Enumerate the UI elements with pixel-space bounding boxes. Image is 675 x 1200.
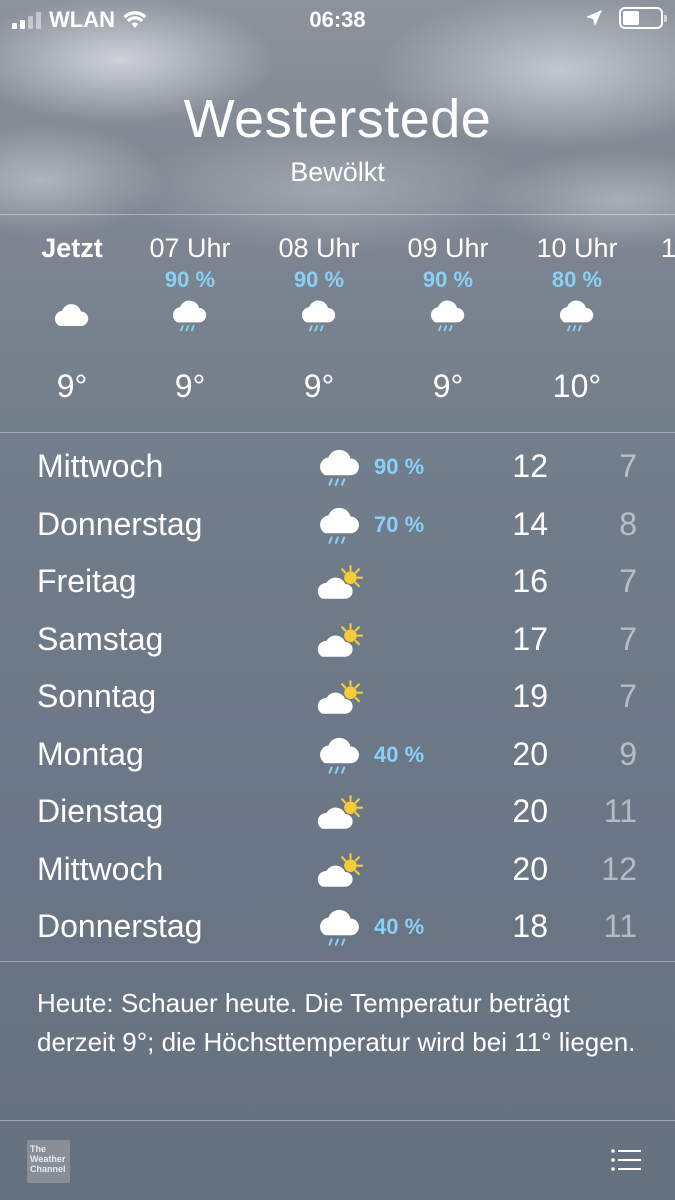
day-high-temp: 18 bbox=[512, 908, 548, 944]
partly-sunny-icon bbox=[316, 851, 366, 893]
status-right bbox=[585, 7, 667, 29]
cloud-icon bbox=[52, 299, 92, 339]
divider-footer bbox=[0, 1120, 675, 1121]
hour-precip: 80 % bbox=[551, 267, 603, 292]
hour-temp: 10° bbox=[552, 368, 602, 404]
day-high-temp: 20 bbox=[512, 793, 548, 829]
rain-cloud-icon bbox=[316, 506, 366, 548]
divider-hourly bbox=[0, 432, 675, 433]
day-low-temp: 11 bbox=[603, 908, 637, 944]
current-condition: Bewölkt bbox=[290, 157, 385, 187]
partly-sunny-icon bbox=[316, 621, 366, 663]
weather-channel-logo[interactable]: The Weather Channel bbox=[27, 1140, 70, 1183]
hour-precip: 90 % bbox=[422, 267, 474, 292]
status-time: 06:38 bbox=[309, 7, 366, 32]
rain-cloud-icon bbox=[316, 736, 366, 778]
partly-sunny-icon bbox=[316, 563, 366, 605]
day-name: Dienstag bbox=[37, 793, 164, 829]
day-name: Samstag bbox=[37, 620, 164, 657]
day-high-temp: 20 bbox=[512, 735, 548, 772]
day-high-temp: 16 bbox=[512, 563, 548, 599]
day-high-temp: 17 bbox=[512, 620, 548, 657]
hour-label: 10 Uhr bbox=[536, 233, 618, 263]
day-low-temp: 9 bbox=[619, 735, 637, 772]
hour-label: Jetzt bbox=[41, 233, 103, 263]
rain-cloud-icon bbox=[428, 299, 468, 339]
partly-sunny-icon bbox=[316, 793, 366, 835]
day-name: Mittwoch bbox=[37, 448, 164, 484]
rain-cloud-icon bbox=[299, 299, 339, 339]
day-precip: 90 % bbox=[374, 454, 425, 479]
partly-sunny-icon bbox=[316, 678, 366, 720]
day-row: Donnerstag 40 % 18 11 bbox=[0, 900, 675, 958]
status-bar: WLAN 06:38 bbox=[0, 0, 675, 38]
day-name: Donnerstag bbox=[37, 505, 203, 542]
rain-cloud-icon bbox=[316, 908, 366, 950]
logo-line: Channel bbox=[30, 1164, 66, 1174]
hour-temp: 9° bbox=[303, 368, 335, 404]
day-low-temp: 12 bbox=[601, 850, 637, 887]
day-high-temp: 14 bbox=[512, 505, 548, 542]
hourly-forecast[interactable]: Jetzt 9° 07 Uhr 90 % 9° 08 Uhr 90 % 9° 09 Uhr 90 … bbox=[0, 215, 675, 432]
today-summary: Heute: Schauer heute. Die Temperatur bet… bbox=[37, 988, 636, 1057]
day-row: Samstag 17 7 bbox=[0, 613, 675, 671]
day-low-temp: 11 bbox=[603, 793, 637, 829]
hour-temp: 9° bbox=[174, 368, 206, 404]
day-low-temp: 8 bbox=[619, 505, 637, 542]
logo-line: Weather bbox=[30, 1154, 66, 1164]
day-low-temp: 7 bbox=[619, 678, 637, 714]
hour-label: 08 Uhr bbox=[278, 233, 360, 263]
logo-line: The bbox=[30, 1144, 47, 1154]
day-row: Sonntag 19 7 bbox=[0, 670, 675, 728]
day-precip: 40 % bbox=[374, 914, 425, 939]
rain-cloud-icon bbox=[316, 448, 366, 490]
day-name: Donnerstag bbox=[37, 908, 203, 944]
hour-precip: 90 % bbox=[293, 267, 345, 292]
day-low-temp: 7 bbox=[619, 448, 637, 484]
day-name: Sonntag bbox=[37, 678, 157, 714]
hour-temp: 9° bbox=[56, 368, 88, 404]
hour-label: 09 Uhr bbox=[407, 233, 489, 263]
day-row: Donnerstag 70 % 14 8 bbox=[0, 498, 675, 556]
hour-label: 1 bbox=[661, 233, 675, 263]
day-name: Freitag bbox=[37, 563, 137, 599]
divider-daily bbox=[0, 961, 675, 962]
day-row: Freitag 16 7 bbox=[0, 555, 675, 613]
day-high-temp: 19 bbox=[512, 678, 548, 714]
hour-temp: 9° bbox=[432, 368, 464, 404]
day-name: Montag bbox=[37, 735, 144, 772]
day-precip: 40 % bbox=[374, 741, 425, 767]
rain-cloud-icon bbox=[170, 299, 210, 339]
day-row: Montag 40 % 20 9 bbox=[0, 728, 675, 786]
day-low-temp: 7 bbox=[619, 563, 637, 599]
hour-precip: 90 % bbox=[164, 267, 216, 292]
day-high-temp: 20 bbox=[512, 850, 548, 887]
city-name: Westerstede bbox=[183, 89, 492, 149]
day-high-temp: 12 bbox=[512, 448, 548, 484]
day-row: Mittwoch 20 12 bbox=[0, 843, 675, 901]
battery-icon bbox=[619, 7, 667, 29]
day-precip: 70 % bbox=[374, 511, 425, 537]
hour-label: 07 Uhr bbox=[149, 233, 231, 263]
list-icon[interactable] bbox=[611, 1148, 641, 1172]
day-row: Dienstag 20 11 bbox=[0, 785, 675, 843]
day-name: Mittwoch bbox=[37, 850, 164, 887]
location-arrow-icon bbox=[586, 10, 602, 26]
day-row: Mittwoch 90 % 12 7 bbox=[0, 440, 675, 498]
rain-cloud-icon bbox=[557, 299, 597, 339]
day-low-temp: 7 bbox=[619, 620, 637, 657]
